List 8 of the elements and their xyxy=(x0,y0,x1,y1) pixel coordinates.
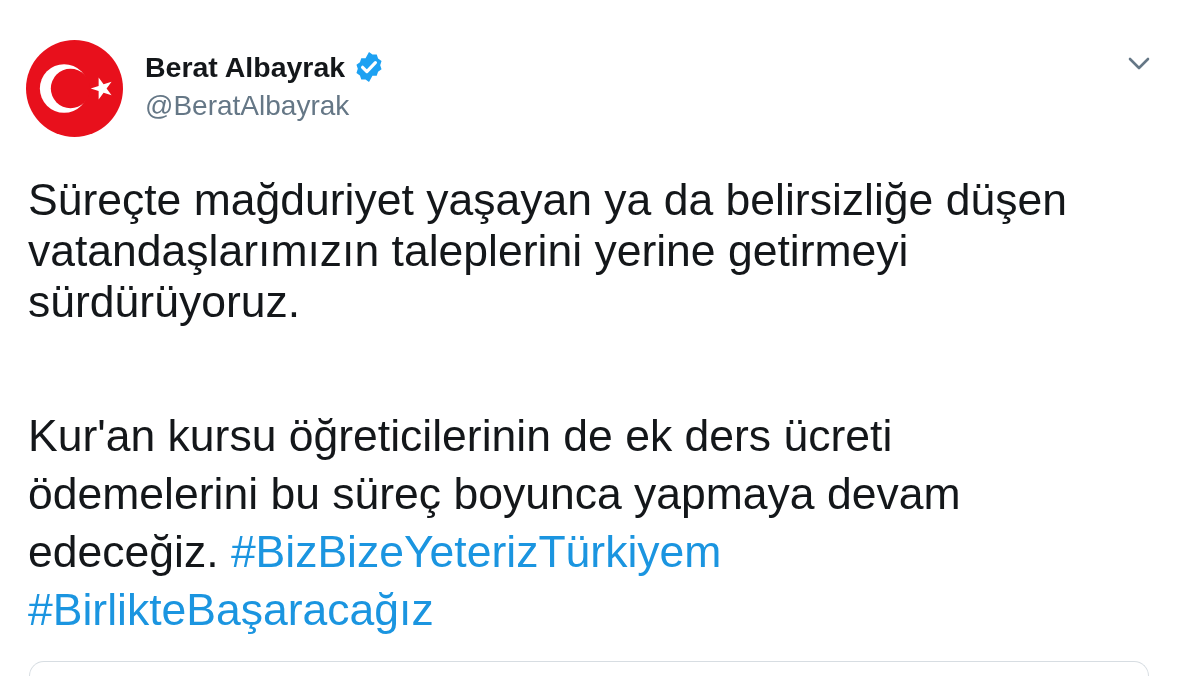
tweet-text: Süreçte mağduriyet yaşayan ya da belirsizliğe düşen vatandaşlarımızın taleplerini yerine getirmeyi sürdürüyoruz. xyxy=(28,174,1068,327)
hashtag-link[interactable]: #BizBizeYeterizTürkiyem xyxy=(230,527,722,576)
chevron-down-icon[interactable] xyxy=(1128,57,1150,70)
tweet-text: Kur'an kursu öğreticilerinin de ek ders ücreti ödemelerini bu süreç boyunca yapmaya devam edeceğiz. #BizBizeYeterizTürkiyem #BirlikteBaşaracağız xyxy=(28,410,962,636)
crescent-star-avatar-icon xyxy=(26,40,123,137)
author-handle[interactable]: @BeratAlbayrak xyxy=(145,89,350,123)
author-name[interactable]: Berat Albayrak xyxy=(145,50,346,84)
hashtag-link[interactable]: #BirlikteBaşaracağız xyxy=(28,585,434,634)
